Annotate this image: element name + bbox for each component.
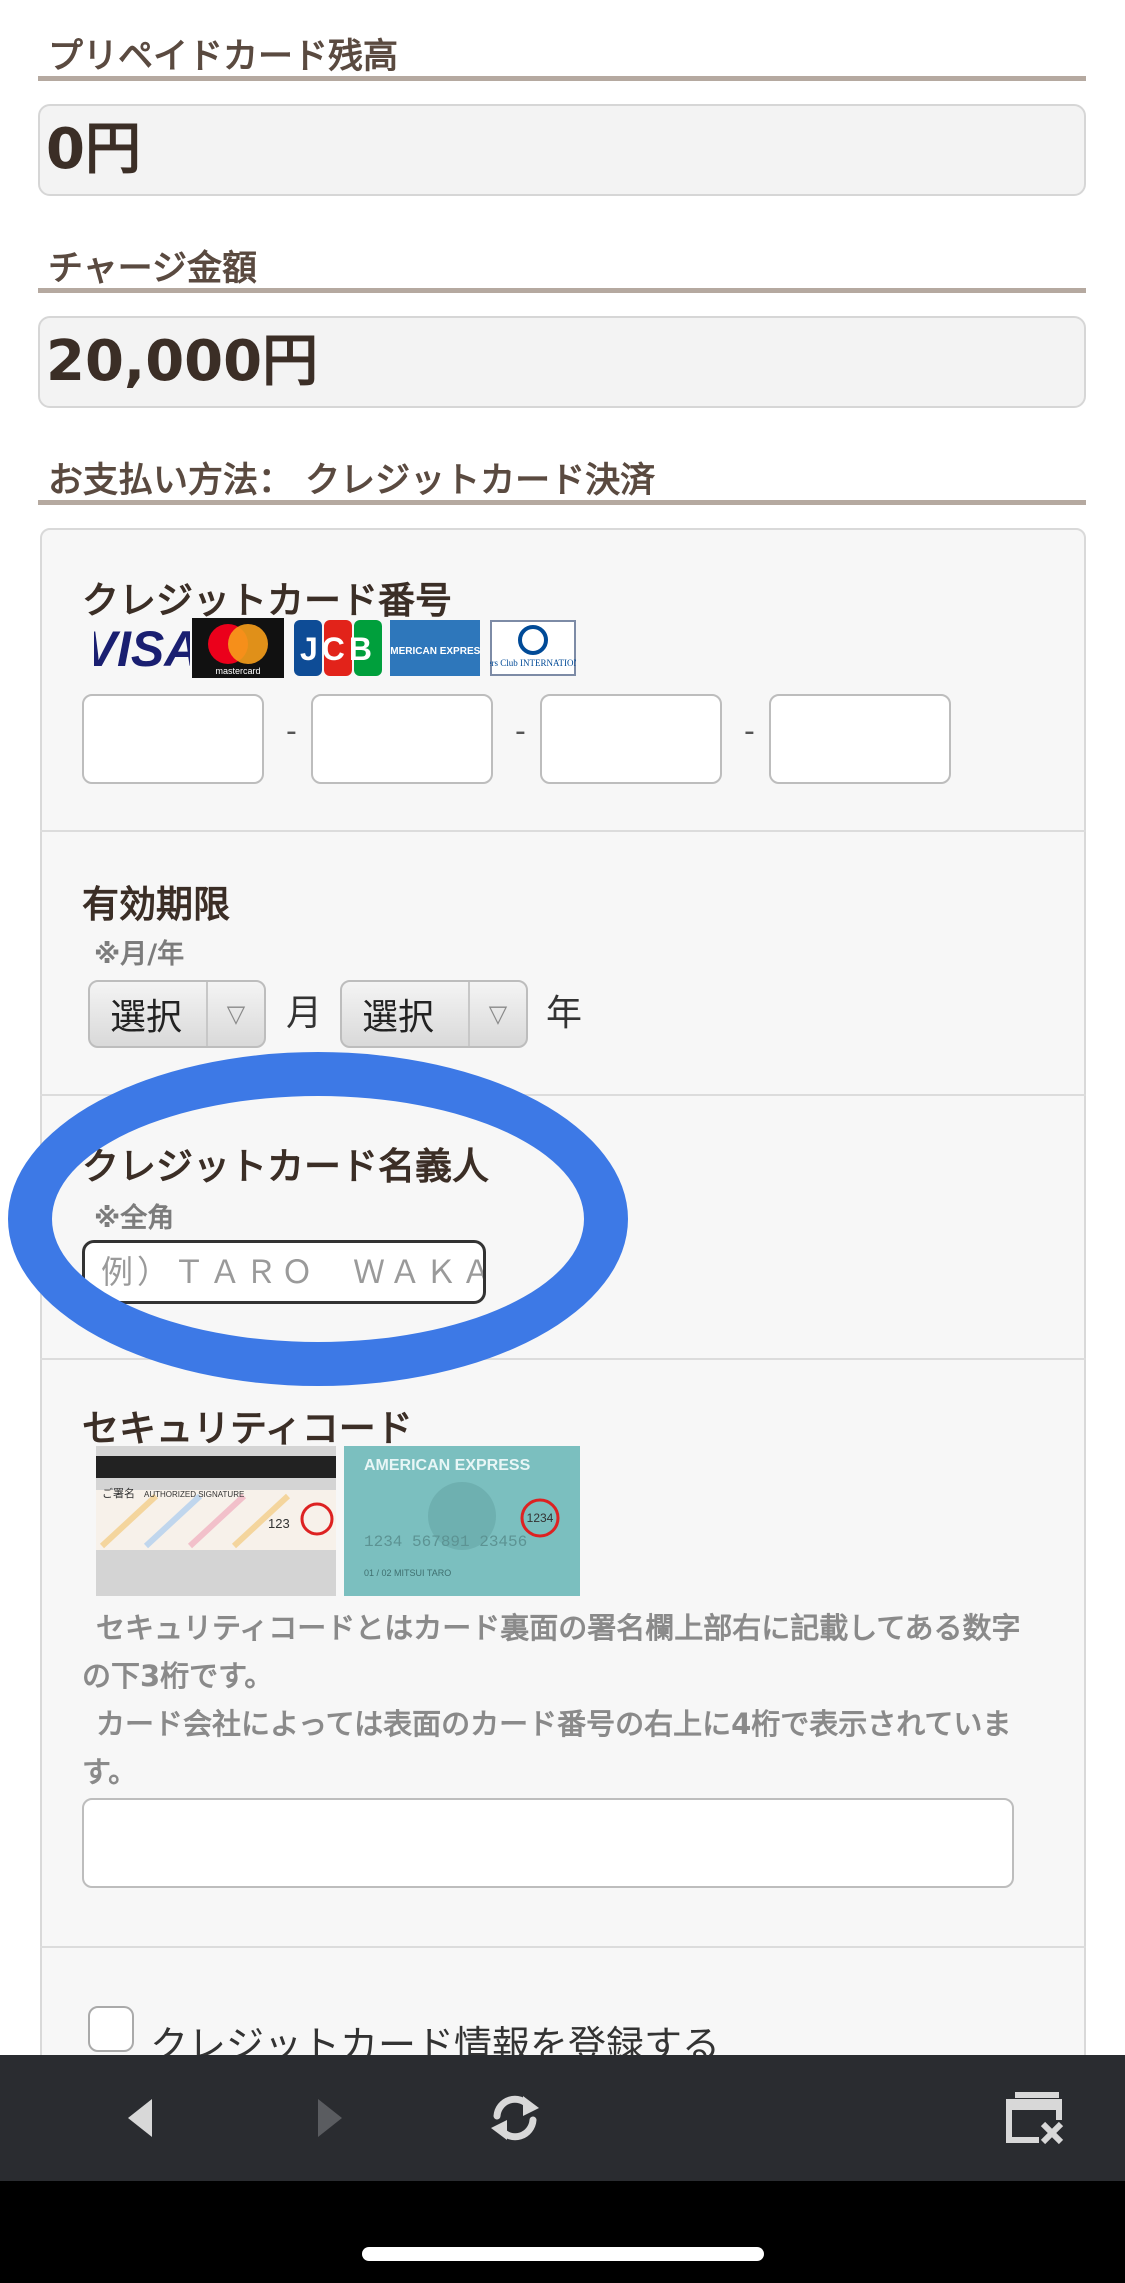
prepaid-balance-title: プリペイドカード残高 — [48, 37, 399, 77]
amex-card-meta: 01 / 02 MITSUI TARO — [364, 1568, 451, 1578]
reload-icon — [491, 2095, 539, 2141]
charge-amount-value: 20,000円 — [38, 316, 1086, 408]
chevron-down-icon: ▽ — [468, 982, 526, 1046]
section-divider — [38, 500, 1086, 505]
card-number-separator: - — [515, 714, 526, 749]
card-back-sample-image: ご署名 AUTHORIZED SIGNATURE 123 — [96, 1446, 336, 1596]
diners-logo-icon: Diners Club INTERNATIONAL — [490, 620, 576, 676]
highlight-circle-annotation — [8, 1052, 628, 1386]
close-tabs-button[interactable] — [990, 2055, 1080, 2181]
card-number-input-1[interactable] — [82, 694, 264, 784]
diners-logo-text: Diners Club INTERNATIONAL — [490, 658, 576, 668]
jcb-logo-icon: JCB — [294, 620, 382, 676]
row-divider — [40, 830, 1086, 832]
expiry-note: ※月/年 — [94, 939, 185, 970]
charge-amount-title: チャージ金額 — [48, 249, 257, 289]
visa-logo-text: VISA — [94, 621, 190, 677]
amex-card-brand: AMERICAN EXPRESS — [364, 1457, 531, 1474]
mastercard-logo-icon: mastercard — [192, 618, 284, 678]
card-number-input-3[interactable] — [540, 694, 722, 784]
jcb-logo-text: JCB — [300, 631, 376, 667]
security-help-text-2: カード会社によっては表面のカード番号の右上に4桁で表示されています。 — [82, 1707, 1012, 1789]
prepaid-balance-value: 0円 — [38, 104, 1086, 196]
payment-method-title: お支払い方法： クレジットカード決済 — [48, 461, 656, 501]
card-number-separator: - — [286, 714, 297, 749]
register-card-checkbox[interactable] — [88, 2006, 134, 2052]
expiry-month-value: 選択 — [110, 997, 183, 1038]
mastercard-logo-text: mastercard — [215, 666, 260, 676]
expiry-year-select[interactable]: 選択 ▽ — [340, 980, 528, 1048]
year-unit: 年 — [546, 993, 583, 1034]
amex-logo-text: AMERICAN EXPRESS — [390, 646, 480, 657]
close-tabs-icon — [1006, 2092, 1067, 2148]
month-unit: 月 — [286, 993, 323, 1034]
forward-icon — [318, 2099, 342, 2137]
expiry-year-value: 選択 — [362, 997, 435, 1038]
amex-logo-icon: AMERICAN EXPRESS — [390, 620, 480, 676]
back-icon — [128, 2099, 152, 2137]
row-divider — [40, 1946, 1086, 1948]
security-code-input[interactable] — [82, 1798, 1014, 1888]
card-front-sample-image: AMERICAN EXPRESS 1234 567891 23456 01 / … — [344, 1446, 580, 1596]
register-card-label[interactable]: クレジットカード情報を登録する — [150, 2014, 720, 2055]
home-indicator[interactable] — [362, 2247, 764, 2261]
security-help-text-1: セキュリティコードとはカード裏面の署名欄上部右に記載してある数字の下3桁です。 — [82, 1611, 1021, 1693]
card-number-separator: - — [744, 714, 755, 749]
amex-card-number: 1234 567891 23456 — [364, 1533, 527, 1551]
card-front-code: 1234 — [527, 1511, 554, 1525]
browser-toolbar — [0, 2055, 1125, 2181]
expiry-label: 有効期限 — [82, 883, 230, 926]
security-code-label: セキュリティコード — [82, 1407, 413, 1450]
signature-field-label: ご署名 — [102, 1486, 135, 1500]
card-number-input-2[interactable] — [311, 694, 493, 784]
card-back-code: 123 — [268, 1516, 290, 1531]
card-number-input-4[interactable] — [769, 694, 951, 784]
back-button[interactable] — [100, 2055, 180, 2181]
system-home-area — [0, 2181, 1125, 2283]
reload-button[interactable] — [470, 2055, 560, 2181]
web-content: プリペイドカード残高 0円 チャージ金額 20,000円 お支払い方法： クレジ… — [0, 0, 1125, 2055]
expiry-month-select[interactable]: 選択 ▽ — [88, 980, 266, 1048]
chevron-down-icon: ▽ — [206, 982, 264, 1046]
section-divider — [38, 76, 1086, 81]
section-divider — [38, 288, 1086, 293]
visa-logo-icon: VISA — [94, 621, 190, 677]
signature-field-caption: AUTHORIZED SIGNATURE — [144, 1490, 244, 1499]
forward-button[interactable] — [290, 2055, 370, 2181]
card-number-label: クレジットカード番号 — [82, 579, 452, 622]
